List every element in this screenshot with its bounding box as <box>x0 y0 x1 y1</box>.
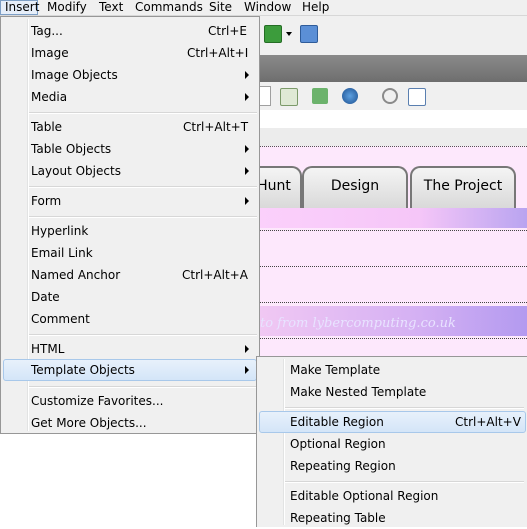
menu-item-label: Customize Favorites... <box>31 394 164 408</box>
globe-icon[interactable] <box>342 88 358 104</box>
menu-item-label: Repeating Table <box>290 511 386 525</box>
menu-item-comment[interactable]: Comment <box>3 308 257 330</box>
dropdown-arrow-icon[interactable] <box>286 32 292 36</box>
menu-insert[interactable]: Insert <box>0 0 39 15</box>
menu-separator <box>29 216 257 218</box>
menu-item-form[interactable]: Form <box>3 190 257 212</box>
menu-bar: Insert Modify Text Commands Site Window … <box>0 0 527 16</box>
header-band <box>258 208 527 228</box>
menu-item-template-objects[interactable]: Template Objects <box>3 359 257 381</box>
menu-separator <box>285 481 524 483</box>
address-field[interactable] <box>258 110 527 129</box>
menu-text[interactable]: Text <box>95 0 127 15</box>
document-tab-bar <box>258 55 527 82</box>
divider <box>258 302 527 303</box>
menu-item-table-objects[interactable]: Table Objects <box>3 138 257 160</box>
menu-item-html[interactable]: HTML <box>3 338 257 360</box>
menu-commands[interactable]: Commands <box>131 0 207 15</box>
menu-item-label: Comment <box>31 312 90 326</box>
menu-separator <box>29 112 257 114</box>
ruler-strip <box>258 128 527 146</box>
template-objects-submenu: Make Template Make Nested Template Edita… <box>256 356 527 527</box>
menu-window[interactable]: Window <box>240 0 295 15</box>
menu-item-label: Tag... <box>31 24 63 38</box>
menu-item-repeating-region[interactable]: Repeating Region <box>259 455 526 477</box>
menu-item-tag[interactable]: Tag... Ctrl+E <box>3 20 257 42</box>
divider <box>258 338 527 339</box>
credit-text: to from lybercomputing.co.uk <box>260 316 456 331</box>
menu-item-label: Image Objects <box>31 68 118 82</box>
menu-item-make-template[interactable]: Make Template <box>259 359 526 381</box>
menu-item-optional-region[interactable]: Optional Region <box>259 433 526 455</box>
shortcut-label: Ctrl+Alt+I <box>187 46 249 60</box>
menu-item-label: Layout Objects <box>31 164 121 178</box>
menu-item-hyperlink[interactable]: Hyperlink <box>3 220 257 242</box>
menu-item-customize-favorites[interactable]: Customize Favorites... <box>3 390 257 412</box>
menu-item-get-more-objects[interactable]: Get More Objects... <box>3 412 257 434</box>
menu-item-layout-objects[interactable]: Layout Objects <box>3 160 257 182</box>
menu-item-date[interactable]: Date <box>3 286 257 308</box>
menu-item-editable-region[interactable]: Editable Region Ctrl+Alt+V <box>259 411 526 433</box>
menu-item-label: Optional Region <box>290 437 386 451</box>
menu-item-label: Editable Optional Region <box>290 489 439 503</box>
submenu-arrow-icon <box>245 366 249 374</box>
menu-item-label: Hyperlink <box>31 224 89 238</box>
menu-item-table[interactable]: Table Ctrl+Alt+T <box>3 116 257 138</box>
submenu-arrow-icon <box>245 345 249 353</box>
menu-item-named-anchor[interactable]: Named Anchor Ctrl+Alt+A <box>3 264 257 286</box>
submenu-arrow-icon <box>245 71 249 79</box>
menu-item-image-objects[interactable]: Image Objects <box>3 64 257 86</box>
menu-item-label: Template Objects <box>31 363 135 377</box>
menu-separator <box>285 407 524 409</box>
submenu-arrow-icon <box>245 145 249 153</box>
divider <box>258 230 527 231</box>
menu-item-label: Make Nested Template <box>290 385 427 399</box>
menu-item-label: Form <box>31 194 62 208</box>
menu-item-label: Email Link <box>31 246 93 260</box>
nav-tab-design[interactable]: Design <box>302 166 408 208</box>
menu-separator <box>29 334 257 336</box>
menu-site[interactable]: Site <box>205 0 236 15</box>
menu-item-repeating-table[interactable]: Repeating Table <box>259 507 526 529</box>
menu-help[interactable]: Help <box>298 0 333 15</box>
menu-item-label: Named Anchor <box>31 268 121 282</box>
menu-item-label: Editable Region <box>290 415 384 429</box>
shortcut-label: Ctrl+Alt+V <box>455 415 521 429</box>
menu-separator <box>29 386 257 388</box>
menu-item-label: Media <box>31 90 68 104</box>
main-toolbar <box>258 16 527 55</box>
menu-item-label: Image <box>31 46 69 60</box>
insert-menu: Tag... Ctrl+E Image Ctrl+Alt+I Image Obj… <box>0 16 260 434</box>
shortcut-label: Ctrl+Alt+A <box>182 268 248 282</box>
menu-item-label: HTML <box>31 342 65 356</box>
document-toolbar <box>258 82 527 111</box>
menu-item-email-link[interactable]: Email Link <box>3 242 257 264</box>
menu-item-image[interactable]: Image Ctrl+Alt+I <box>3 42 257 64</box>
menu-item-media[interactable]: Media <box>3 86 257 108</box>
menu-item-label: Repeating Region <box>290 459 396 473</box>
menu-item-label: Make Template <box>290 363 381 377</box>
submenu-arrow-icon <box>245 93 249 101</box>
menu-item-make-nested-template[interactable]: Make Nested Template <box>259 381 526 403</box>
menu-item-label: Get More Objects... <box>31 416 147 430</box>
validate-icon[interactable] <box>280 88 298 106</box>
menu-item-label: Table <box>31 120 63 134</box>
menu-item-editable-optional-region[interactable]: Editable Optional Region <box>259 485 526 507</box>
menu-item-label: Table Objects <box>31 142 112 156</box>
nav-tab-the-project[interactable]: The Project <box>410 166 516 208</box>
menu-modify[interactable]: Modify <box>43 0 91 15</box>
file-transfer-icon[interactable] <box>312 88 328 104</box>
template-icon[interactable] <box>264 25 282 43</box>
submenu-arrow-icon <box>245 197 249 205</box>
divider <box>258 266 527 267</box>
refresh-icon[interactable] <box>382 88 398 104</box>
view-options-icon[interactable] <box>408 88 426 106</box>
shortcut-label: Ctrl+Alt+T <box>183 120 249 134</box>
shortcut-label: Ctrl+E <box>208 24 247 38</box>
browse-icon[interactable] <box>300 25 318 43</box>
submenu-arrow-icon <box>245 167 249 175</box>
menu-separator <box>29 186 257 188</box>
menu-item-label: Date <box>31 290 60 304</box>
